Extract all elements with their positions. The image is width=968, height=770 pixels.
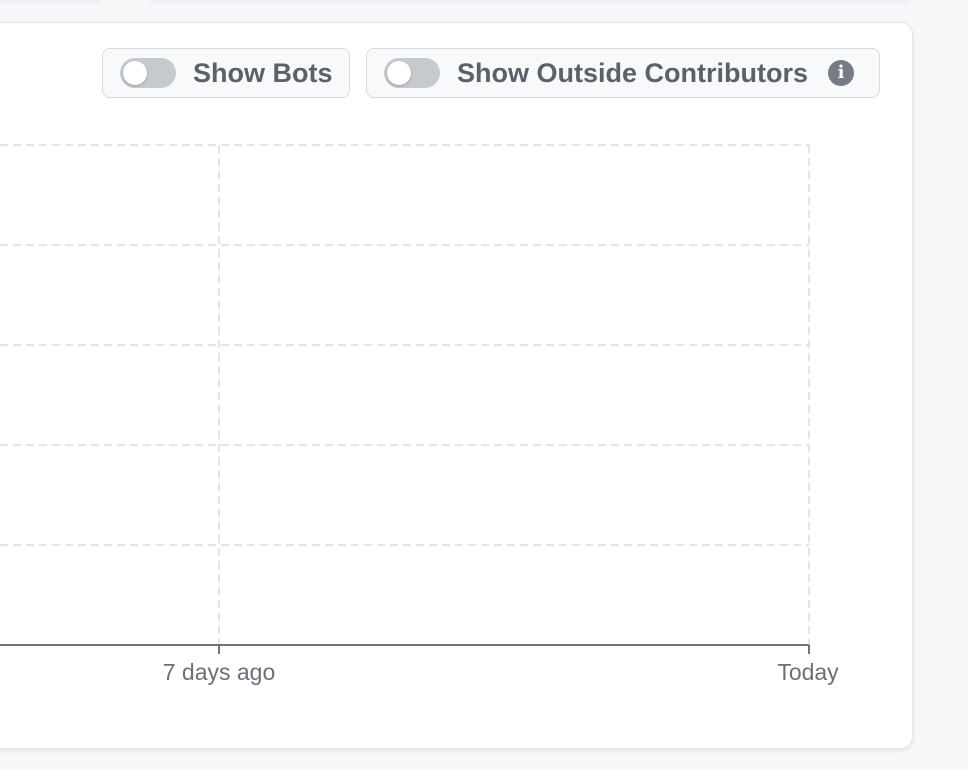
x-tick-label-7-days-ago: 7 days ago bbox=[163, 659, 276, 685]
x-tick-label-today: Today bbox=[777, 659, 839, 685]
x-axis: 7 days ago Today bbox=[0, 644, 839, 685]
switch-knob bbox=[387, 61, 411, 85]
show-outside-contributors-toggle[interactable]: Show Outside Contributors i bbox=[366, 48, 880, 98]
show-bots-label: Show Bots bbox=[193, 57, 333, 88]
vertical-grid bbox=[218, 145, 810, 645]
switch-knob bbox=[123, 61, 147, 85]
info-icon[interactable]: i bbox=[828, 60, 854, 86]
contributions-chart: 7 days ago Today bbox=[0, 144, 839, 685]
show-outside-contributors-switch[interactable] bbox=[384, 58, 440, 88]
show-outside-contributors-label: Show Outside Contributors bbox=[457, 57, 808, 88]
horizontal-grid bbox=[0, 144, 809, 546]
show-bots-toggle[interactable]: Show Bots bbox=[102, 48, 350, 98]
show-bots-switch[interactable] bbox=[120, 58, 176, 88]
